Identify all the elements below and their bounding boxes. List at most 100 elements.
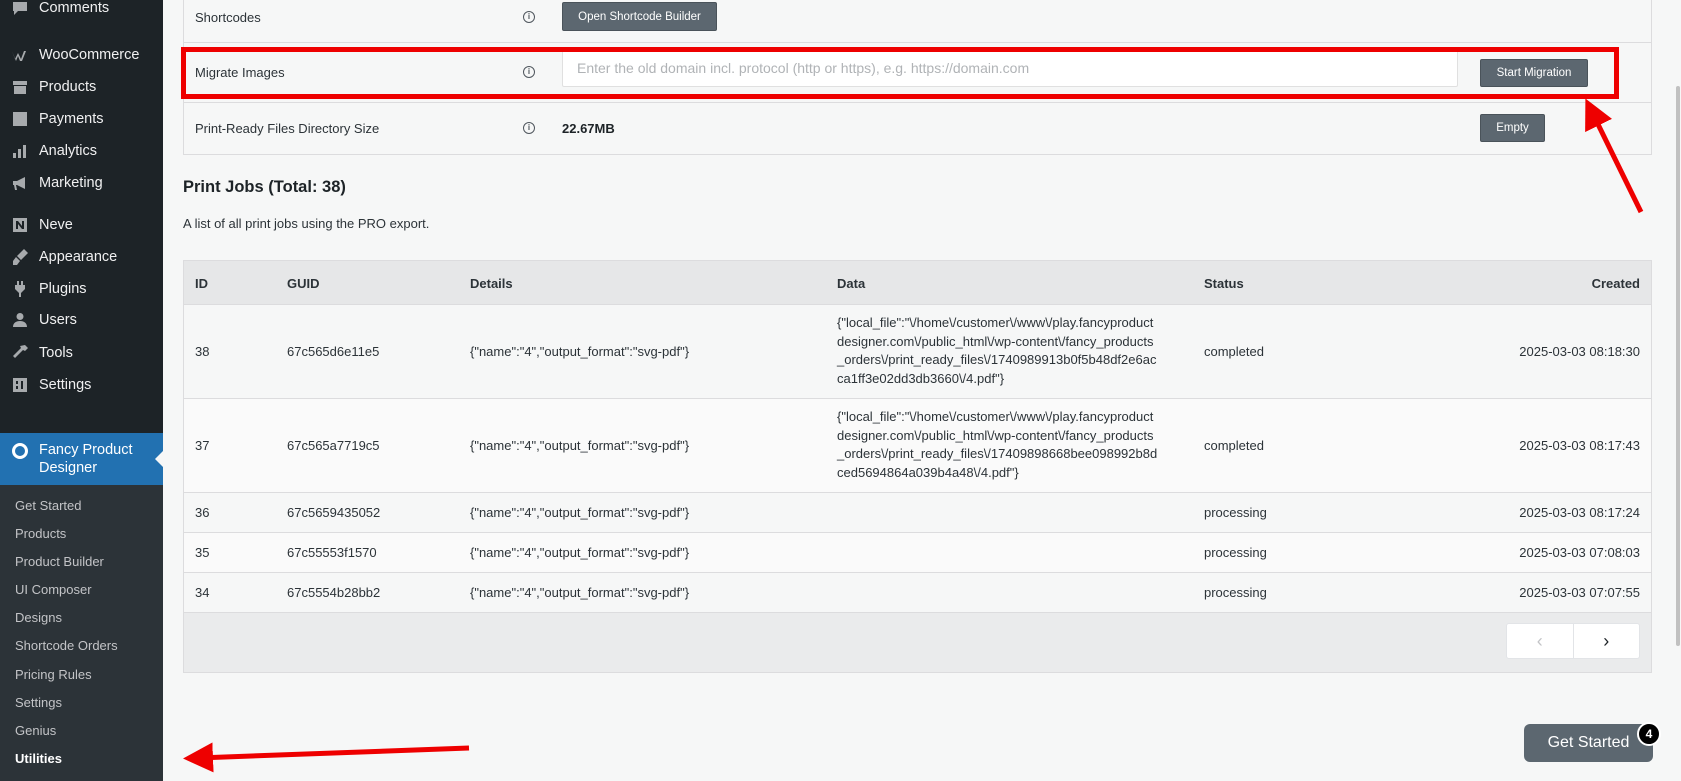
sidebar-item-label: Fancy Product Designer <box>39 442 133 476</box>
products-icon <box>10 77 30 97</box>
annotation-arrow-left <box>183 742 470 773</box>
column-header: GUID <box>287 276 320 291</box>
sidebar-item-users[interactable]: Users <box>0 303 163 337</box>
column-header: ID <box>195 276 208 291</box>
cell-data-line: designer.com\/public_html\/wp-content\/f… <box>837 333 1154 349</box>
sidebar-item-label: Analytics <box>39 143 98 159</box>
cell-created: 2025-03-03 08:18:30 <box>1519 344 1640 359</box>
sidebar-item-analytics[interactable]: Analytics <box>0 134 163 168</box>
cell-guid: 67c565a7719c5 <box>287 438 380 453</box>
tools-icon <box>10 343 30 363</box>
sidebar-item-marketing[interactable]: Marketing <box>0 166 163 200</box>
marketing-icon <box>10 173 30 193</box>
appearance-icon <box>10 247 30 267</box>
info-icon[interactable]: i <box>523 122 535 134</box>
next-page-button[interactable]: › <box>1574 624 1640 658</box>
table-row: 38 67c565d6e11e5 {"name":"4","output_forma… <box>184 304 1651 398</box>
cell-status: completed <box>1204 344 1264 359</box>
column-header: Status <box>1204 276 1244 291</box>
fancy-product-designer-icon <box>10 441 30 461</box>
plugins-icon <box>10 279 30 299</box>
cell-data-line: {"local_file":"\/home\/customer\/www\/pl… <box>837 315 1154 330</box>
sidebar-item-plugins[interactable]: Plugins <box>0 272 163 306</box>
column-header: Details <box>470 276 513 291</box>
sidebar-item-payments[interactable]: Payments <box>0 102 163 136</box>
scrollbar-thumb[interactable] <box>1676 86 1680 646</box>
woocommerce-icon <box>10 45 30 65</box>
column-header: Data <box>837 276 866 291</box>
sidebar-item-label: Comments <box>39 0 110 16</box>
sidebar-item-comments[interactable]: Comments <box>0 0 163 25</box>
analytics-icon <box>10 141 30 161</box>
cell-data-line: ca1ff3e02dd3db3660\/4.pdf"} <box>837 370 1005 386</box>
cell-details: {"name":"4","output_format":"svg-pdf"} <box>470 585 690 600</box>
submenu-item-products[interactable]: Products <box>15 526 66 541</box>
submenu-item-get-started[interactable]: Get Started <box>15 498 81 513</box>
cell-data-line: _orders\/print_ready_files\/1740989913b0… <box>837 352 1157 367</box>
cell-id: 34 <box>195 585 210 600</box>
cell-created: 2025-03-03 07:08:03 <box>1519 545 1640 560</box>
active-indicator <box>155 451 163 467</box>
sidebar-item-label: Tools <box>39 345 73 361</box>
cell-id: 38 <box>195 344 210 359</box>
submenu-item-utilities[interactable]: Utilities <box>15 751 62 766</box>
cell-data-line: {"local_file":"\/home\/customer\/www\/pl… <box>837 409 1154 424</box>
cell-guid: 67c55553f1570 <box>287 545 377 560</box>
settings-icon <box>10 375 30 395</box>
cell-status: processing <box>1204 505 1267 520</box>
cell-id: 37 <box>195 438 210 453</box>
sidebar-item-label: Products <box>39 79 97 95</box>
sidebar-item-label: Plugins <box>39 281 87 297</box>
cell-data-line: designer.com\/public_html\/wp-content\/f… <box>837 427 1154 443</box>
sidebar-item-fancy-product-designer[interactable]: Fancy Product Designer <box>0 433 163 485</box>
submenu-item-designs[interactable]: Designs <box>15 610 62 625</box>
cell-data-line: _orders\/print_ready_files\/17409898668b… <box>837 446 1158 461</box>
print-ready-size-row: Print-Ready Files Directory Size i 22.67… <box>183 103 1652 155</box>
submenu-item-settings[interactable]: Settings <box>15 695 62 710</box>
submenu-item-pricing-rules[interactable]: Pricing Rules <box>15 667 92 682</box>
open-shortcode-builder-button[interactable]: Open Shortcode Builder <box>562 2 717 31</box>
cell-created: 2025-03-03 08:17:43 <box>1519 438 1640 453</box>
empty-button[interactable]: Empty <box>1480 114 1545 142</box>
sidebar-item-label: Payments <box>39 111 104 127</box>
sidebar-item-label: WooCommerce <box>39 47 140 63</box>
sidebar-item-tools[interactable]: Tools <box>0 336 163 370</box>
print-jobs-description: A list of all print jobs using the PRO e… <box>183 216 430 231</box>
sidebar-item-settings[interactable]: Settings <box>0 368 163 402</box>
get-started-button[interactable]: Get Started <box>1524 724 1653 762</box>
cell-details: {"name":"4","output_format":"svg-pdf"} <box>470 545 690 560</box>
payments-icon <box>10 109 30 129</box>
cell-guid: 67c565d6e11e5 <box>287 344 380 359</box>
sidebar-item-woocommerce[interactable]: WooCommerce <box>0 38 163 72</box>
previous-page-button[interactable]: ‹ <box>1507 624 1574 658</box>
shortcodes-label: Shortcodes <box>195 10 261 25</box>
sidebar-item-products[interactable]: Products <box>0 70 163 104</box>
column-header: Created <box>1591 276 1640 291</box>
cell-guid: 67c5554b28bb2 <box>287 585 381 600</box>
cell-details: {"name":"4","output_format":"svg-pdf"} <box>470 438 690 453</box>
sidebar-item-label: Users <box>39 312 77 328</box>
table-row: 37 67c565a7719c5 {"name":"4","output_forma… <box>184 398 1651 492</box>
table-row: 36 67c5659435052 {"name":"4","output_forma… <box>184 492 1651 532</box>
submenu-item-product-builder[interactable]: Product Builder <box>15 554 104 569</box>
comments-icon <box>10 0 30 18</box>
sidebar-item-appearance[interactable]: Appearance <box>0 240 163 274</box>
submenu-item-ui-composer[interactable]: UI Composer <box>15 582 92 597</box>
table-header: ID GUID Details Data Status Created <box>184 261 1651 304</box>
submenu-item-shortcode-orders[interactable]: Shortcode Orders <box>15 638 118 653</box>
notification-badge: 4 <box>1637 722 1661 746</box>
cell-created: 2025-03-03 08:17:24 <box>1519 505 1640 520</box>
sidebar-item-label: Settings <box>39 377 92 393</box>
cell-details: {"name":"4","output_format":"svg-pdf"} <box>470 344 690 359</box>
table-row: 35 67c55553f1570 {"name":"4","output_forma… <box>184 532 1651 572</box>
info-icon[interactable]: i <box>523 11 535 23</box>
sidebar-item-neve[interactable]: Neve <box>0 208 163 242</box>
table-footer: ‹ › <box>184 612 1651 672</box>
table-row: 34 67c5554b28bb2 {"name":"4","output_forma… <box>184 572 1651 612</box>
cell-data: {"local_file":"\/home\/customer\/www\/pl… <box>837 408 1187 482</box>
sidebar-item-label: Appearance <box>39 249 118 265</box>
print-jobs-table: ID GUID Details Data Status Created 38 67… <box>183 260 1652 673</box>
submenu-item-genius[interactable]: Genius <box>15 723 56 738</box>
cell-status: processing <box>1204 585 1267 600</box>
annotation-highlight-box <box>181 47 1619 99</box>
